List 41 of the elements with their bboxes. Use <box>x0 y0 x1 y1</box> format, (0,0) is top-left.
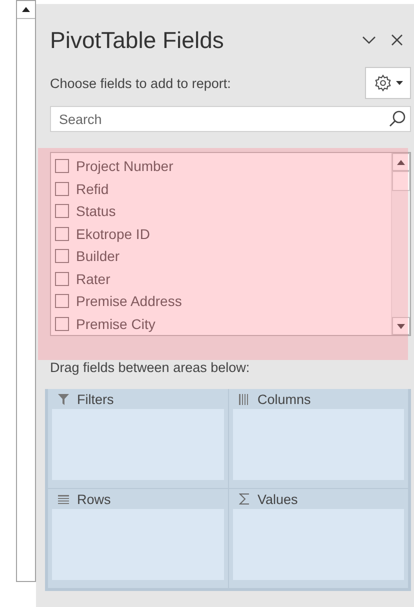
up-arrow-icon <box>22 7 30 12</box>
field-label[interactable]: Premise Address <box>76 293 182 310</box>
field-label[interactable]: Ekotrope ID <box>76 226 150 242</box>
field-label[interactable]: Status <box>76 203 116 220</box>
areas-hint: Drag fields between areas below: <box>50 360 251 375</box>
panel-title: PivotTable Fields <box>50 26 225 54</box>
scroll-thumb[interactable] <box>392 171 410 191</box>
up-arrow-icon <box>397 160 405 164</box>
columns-icon <box>238 394 250 404</box>
rows-icon <box>58 494 69 504</box>
area-label: Values <box>258 492 298 506</box>
scroll-down-button[interactable] <box>392 317 410 335</box>
field-checkbox[interactable] <box>55 316 69 331</box>
filter-icon <box>58 394 69 404</box>
field-checkbox[interactable] <box>55 272 69 286</box>
down-arrow-icon <box>397 324 405 328</box>
field-checkbox[interactable] <box>55 159 69 174</box>
field-label[interactable]: Builder <box>76 248 120 264</box>
search-icon <box>389 110 406 127</box>
field-checkbox[interactable] <box>55 226 69 241</box>
sigma-icon <box>238 493 250 505</box>
field-checkbox[interactable] <box>55 182 69 196</box>
field-checkbox[interactable] <box>55 294 69 308</box>
scrollbar[interactable] <box>16 0 36 582</box>
field-label[interactable]: Refid <box>76 180 109 197</box>
field-label[interactable]: Rater <box>76 270 110 287</box>
choose-fields-label: Choose fields to add to report: <box>50 76 232 90</box>
area-label: Rows <box>77 492 111 506</box>
field-label[interactable]: Project Number <box>76 158 174 174</box>
chevron-down-icon <box>362 36 376 44</box>
field-checkbox[interactable] <box>55 204 69 218</box>
close-icon <box>391 34 403 46</box>
search-field[interactable]: Search <box>50 106 411 132</box>
field-checkbox[interactable] <box>55 249 69 264</box>
caret-icon <box>396 81 402 85</box>
settings-button[interactable] <box>365 67 411 99</box>
field-label[interactable]: Premise City <box>76 316 156 332</box>
area-label: Columns <box>258 392 311 406</box>
gear-icon <box>374 74 392 92</box>
scroll-up-button[interactable] <box>392 153 410 171</box>
area-label: Filters <box>77 392 114 406</box>
